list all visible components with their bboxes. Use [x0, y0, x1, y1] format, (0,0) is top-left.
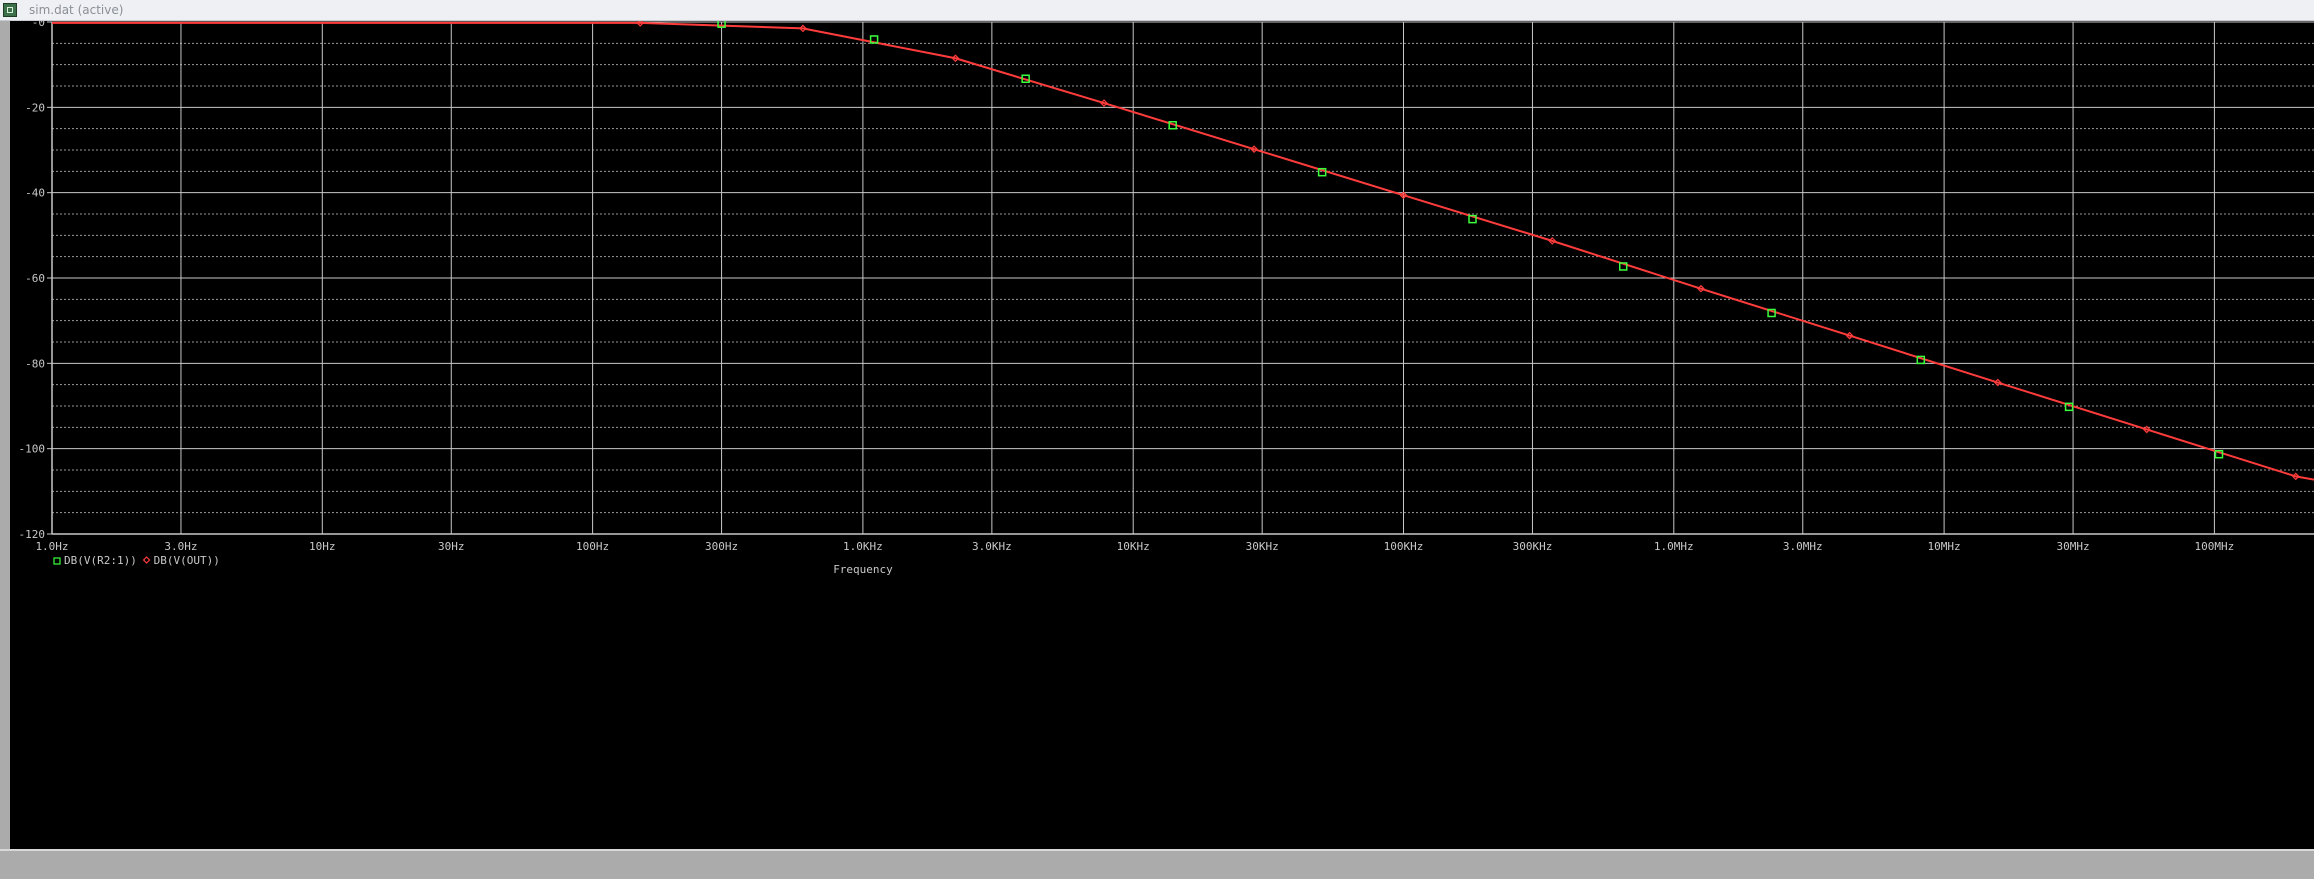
legend: DB(V(R2:1)) DB(V(OUT))	[53, 554, 220, 567]
bottom-status-strip	[0, 849, 2314, 879]
y-tick-label: -0	[32, 21, 45, 29]
x-tick-label: 30Hz	[438, 540, 465, 553]
chart-svg[interactable]: -0-20-40-60-80-100-1201.0Hz 3.0Hz 10Hz 30Hz…	[10, 16, 2314, 849]
y-tick-label: -20	[25, 101, 45, 114]
x-tick-label: 1.0MHz	[1654, 540, 1694, 553]
series-layer	[52, 19, 2314, 481]
x-tick-label: 3.0MHz	[1783, 540, 1823, 553]
x-tick-label: 1.0Hz	[35, 540, 68, 553]
legend-diamond-marker	[142, 556, 151, 564]
plot-window-icon	[3, 3, 17, 17]
x-tick-label: 30MHz	[2057, 540, 2090, 553]
x-tick-label: 100KHz	[1384, 540, 1424, 553]
y-tick-label: -60	[25, 272, 45, 285]
x-tick-label: 30KHz	[1246, 540, 1279, 553]
legend-square-marker	[53, 557, 61, 565]
x-axis-label: Frequency	[833, 563, 893, 576]
legend-label-series-1: DB(V(R2:1))	[64, 554, 137, 567]
window-title: sim.dat (active)	[29, 3, 124, 17]
y-tick-label: -100	[19, 443, 46, 456]
tick-label-layer: -0-20-40-60-80-100-1201.0Hz 3.0Hz 10Hz 30Hz…	[19, 16, 2235, 553]
x-tick-label: 100Hz	[576, 540, 609, 553]
x-tick-label: 10MHz	[1928, 540, 1961, 553]
grid-layer	[47, 21, 2314, 535]
x-tick-label: 1.0KHz	[843, 540, 883, 553]
x-tick-label: 100MHz	[2195, 540, 2235, 553]
y-tick-label: -40	[25, 187, 45, 200]
legend-label-series-2: DB(V(OUT))	[154, 554, 220, 567]
x-tick-label: 10KHz	[1117, 540, 1150, 553]
x-tick-label: 3.0KHz	[972, 540, 1012, 553]
y-tick-label: -80	[25, 357, 45, 370]
probe-plot-window[interactable]: -0 -20 -40 -60 -80 -100 -120 1.0Hz 3.0Hz 10Hz 30Hz…	[10, 16, 2314, 849]
window-titlebar[interactable]: sim.dat (active)	[0, 0, 2314, 21]
series-line-db-v-out	[52, 21, 2314, 481]
x-tick-label: 300Hz	[705, 540, 738, 553]
x-tick-label: 300KHz	[1513, 540, 1553, 553]
x-tick-label: 3.0Hz	[164, 540, 197, 553]
x-tick-label: 10Hz	[309, 540, 336, 553]
